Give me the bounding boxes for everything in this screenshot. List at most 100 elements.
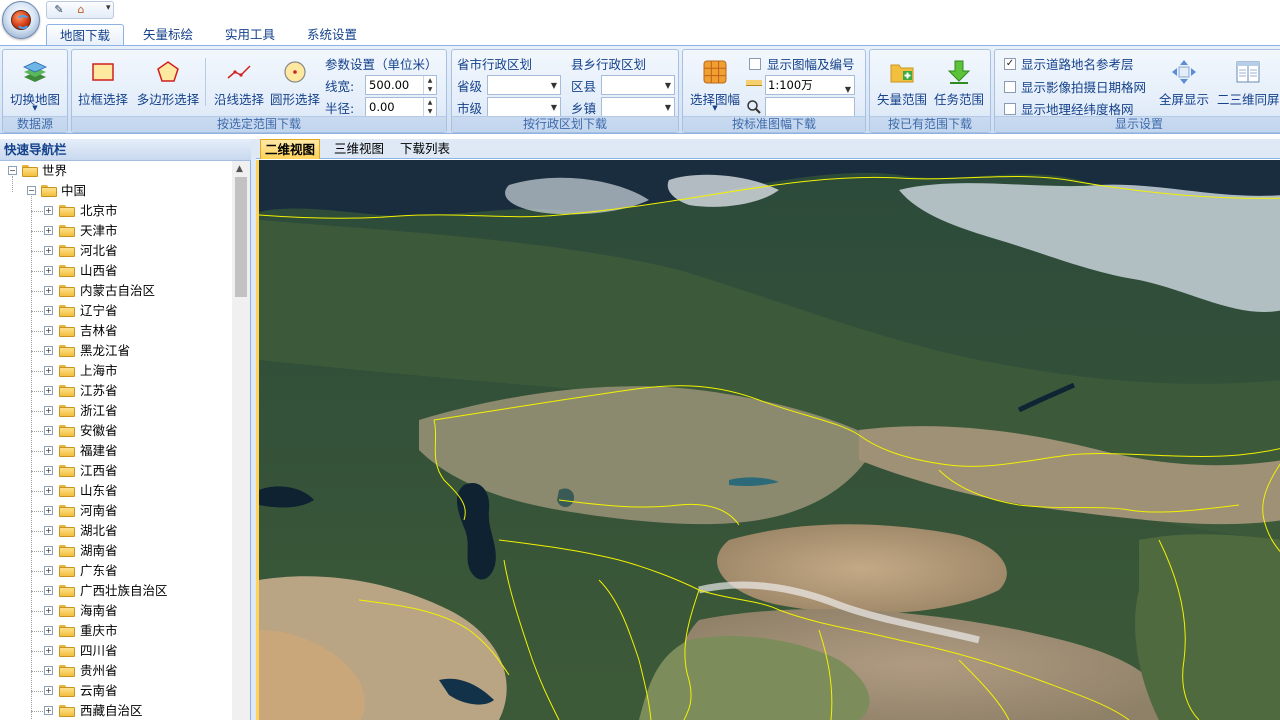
task-range-button[interactable]: 任务范围 [930, 52, 988, 112]
select-sheet-button[interactable]: 选择图幅 ▼ [685, 52, 745, 112]
expand-icon[interactable]: + [44, 706, 53, 715]
collapse-icon[interactable]: − [8, 166, 17, 175]
expand-icon[interactable]: + [44, 666, 53, 675]
folder-icon [59, 205, 75, 217]
expand-icon[interactable]: + [44, 226, 53, 235]
folder-icon [59, 305, 75, 317]
app-menu-button[interactable] [2, 1, 40, 39]
expand-icon[interactable]: + [44, 566, 53, 575]
expand-icon[interactable]: + [44, 526, 53, 535]
spin-arrows-icon[interactable]: ▲ ▼ [423, 76, 436, 94]
expand-icon[interactable]: + [44, 266, 53, 275]
expand-icon[interactable]: + [44, 626, 53, 635]
expand-icon[interactable]: + [44, 466, 53, 475]
expand-icon[interactable]: + [44, 446, 53, 455]
tree-line [31, 551, 43, 552]
folder-icon [59, 245, 75, 257]
expand-icon[interactable]: + [44, 686, 53, 695]
switch-map-button[interactable]: 切换地图 ▼ [3, 52, 67, 112]
scroll-thumb[interactable] [235, 177, 247, 297]
province-select[interactable]: ▼ [487, 75, 561, 95]
tab-tools[interactable]: 实用工具 [212, 24, 288, 46]
expand-icon[interactable]: + [44, 246, 53, 255]
tree-node-label: 河南省 [80, 503, 118, 518]
expand-icon[interactable]: + [44, 426, 53, 435]
customize-toolbar-icon[interactable]: ▾ [106, 3, 111, 13]
road-layer-checkbox[interactable]: ✓ [1004, 58, 1016, 70]
tree-node-label: 广东省 [80, 563, 118, 578]
tree-node-label: 江苏省 [80, 383, 118, 398]
fullscreen-button[interactable]: 全屏显示 [1155, 52, 1213, 112]
tab-3d-view[interactable]: 三维视图 [330, 139, 388, 159]
group-label: 按已有范围下载 [870, 116, 990, 132]
folder-icon [59, 405, 75, 417]
road-layer-label: 显示道路地名参考层 [1021, 57, 1134, 72]
tab-2d-view[interactable]: 二维视图 [260, 139, 321, 159]
expand-icon[interactable]: + [44, 346, 53, 355]
linewidth-label: 线宽: [325, 79, 355, 94]
home-icon[interactable]: ⌂ [73, 3, 89, 17]
expand-icon[interactable]: + [44, 646, 53, 655]
pencil-icon[interactable]: ✎ [51, 3, 67, 17]
expand-icon[interactable]: + [44, 306, 53, 315]
expand-icon[interactable]: + [44, 286, 53, 295]
scroll-up-icon[interactable]: ▲ [236, 164, 243, 174]
town-label: 乡镇 [571, 101, 597, 116]
province-city-title: 省市行政区划 [457, 57, 533, 72]
expand-icon[interactable]: + [44, 546, 53, 555]
rect-select-button[interactable]: 拉框选择 [74, 52, 132, 112]
folder-icon [59, 385, 75, 397]
folder-icon [59, 585, 75, 597]
expand-icon[interactable]: + [44, 366, 53, 375]
expand-icon[interactable]: + [44, 606, 53, 615]
circle-select-button[interactable]: 圆形选择 [268, 52, 322, 112]
collapse-icon[interactable]: − [27, 186, 36, 195]
spin-arrows-icon[interactable]: ▲ ▼ [423, 98, 436, 116]
radius-input[interactable]: 0.00 ▲ ▼ [365, 97, 437, 117]
tree-node-label: 世界 [42, 163, 68, 178]
folder-icon [59, 645, 75, 657]
fullscreen-arrows-icon [1172, 60, 1196, 84]
tree-line [31, 211, 43, 212]
expand-icon[interactable]: + [44, 586, 53, 595]
expand-icon[interactable]: + [44, 386, 53, 395]
city-select[interactable]: ▼ [487, 97, 561, 117]
polygon-select-button[interactable]: 多边形选择 [134, 52, 202, 112]
linewidth-input[interactable]: 500.00 ▲ ▼ [365, 75, 437, 95]
show-sheet-checkbox[interactable] [749, 58, 761, 70]
dropdown-arrow-icon: ▼ [712, 104, 718, 112]
tab-vector-plot[interactable]: 矢量标绘 [130, 24, 206, 46]
county-label: 区县 [571, 79, 597, 94]
folder-add-icon [890, 64, 914, 83]
tab-settings[interactable]: 系统设置 [294, 24, 370, 46]
expand-icon[interactable]: + [44, 326, 53, 335]
tab-map-download[interactable]: 地图下载 [46, 24, 124, 46]
open-folder-icon [41, 185, 57, 197]
satellite-map[interactable] [256, 160, 1280, 720]
vector-range-button[interactable]: 矢量范围 [872, 52, 932, 112]
tree-line [31, 711, 43, 712]
expand-icon[interactable]: + [44, 206, 53, 215]
app-window: ✎ ⌂ ▾ 地图下载 矢量标绘 实用工具 系统设置 切换地图 ▼ 数据源 拉框选… [0, 0, 1280, 720]
tab-download-list[interactable]: 下载列表 [396, 139, 454, 159]
tree-node-label: 天津市 [80, 223, 118, 238]
tree-line [31, 331, 43, 332]
expand-icon[interactable]: + [44, 506, 53, 515]
folder-icon [59, 565, 75, 577]
expand-icon[interactable]: + [44, 486, 53, 495]
town-select[interactable]: ▼ [601, 97, 675, 117]
tree-line [31, 196, 32, 720]
tree-node-label: 福建省 [80, 443, 118, 458]
ribbon-tabs: 地图下载 矢量标绘 实用工具 系统设置 [40, 24, 1280, 46]
split-2d3d-button[interactable]: 二三维同屏 [1213, 52, 1280, 112]
scale-select[interactable]: 1:100万 ▼ [765, 75, 855, 95]
expand-icon[interactable]: + [44, 406, 53, 415]
county-select[interactable]: ▼ [601, 75, 675, 95]
line-select-button[interactable]: 沿线选择 [208, 52, 270, 112]
quick-nav-title: 快速导航栏 [0, 139, 251, 161]
tree-scrollbar[interactable]: ▲ [232, 161, 250, 720]
date-grid-checkbox[interactable] [1004, 81, 1016, 93]
latlon-grid-checkbox[interactable] [1004, 103, 1016, 115]
sheet-search-input[interactable] [765, 97, 855, 117]
fullscreen-label: 全屏显示 [1158, 92, 1209, 107]
